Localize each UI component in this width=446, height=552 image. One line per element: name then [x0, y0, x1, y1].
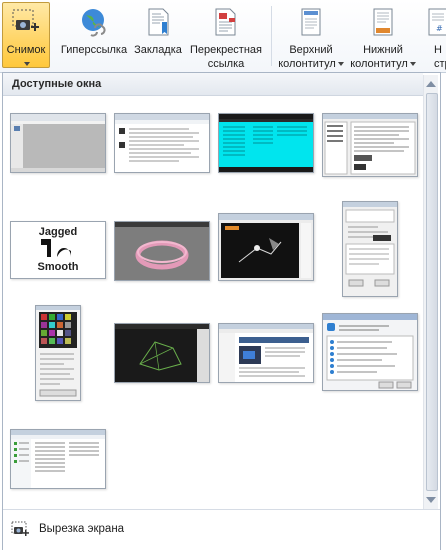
window-thumb-13[interactable]: [10, 429, 106, 489]
window-thumb-9[interactable]: [35, 305, 81, 401]
page-number-icon: #: [428, 8, 446, 36]
cross-reference-label: Перекрестная ссылка: [190, 44, 262, 70]
jagged-text: Jagged: [39, 226, 78, 238]
window-thumb-4[interactable]: [322, 113, 418, 177]
window-thumb-11-preview: [219, 324, 313, 382]
available-windows-title: Доступные окна: [12, 78, 102, 90]
chevron-down-icon: [337, 62, 344, 67]
smooth-text: Smooth: [38, 261, 79, 273]
screen-clipping-icon: [11, 521, 29, 536]
vertical-scrollbar[interactable]: [423, 75, 438, 509]
cross-reference-button[interactable]: Перекрестная ссылка: [186, 2, 266, 70]
window-thumb-10-preview: [115, 324, 209, 382]
bookmark-label: Закладка: [134, 44, 182, 56]
window-thumb-12[interactable]: [322, 313, 418, 391]
footer-label: Нижний колонтитул: [348, 43, 418, 71]
window-thumb-6[interactable]: [114, 221, 210, 281]
footer-button[interactable]: Нижний колонтитул: [348, 2, 418, 70]
bookmark-button[interactable]: Закладка: [130, 2, 186, 70]
window-thumb-1[interactable]: [10, 113, 106, 173]
screenshot-label: Снимок: [3, 43, 49, 71]
svg-text:#: #: [436, 24, 443, 33]
screenshot-dropdown: Доступные окна Jagged Smooth Вырезка экр…: [2, 72, 441, 550]
footer-icon: [373, 8, 393, 36]
scroll-up-icon[interactable]: [426, 81, 436, 87]
window-thumb-6-preview: [115, 222, 209, 280]
window-thumb-7[interactable]: [218, 213, 314, 281]
hyperlink-button[interactable]: Гиперссылка: [58, 2, 130, 70]
cross-reference-icon: [215, 8, 236, 36]
header-button[interactable]: Верхний колонтитул: [276, 2, 346, 70]
window-thumb-3[interactable]: [218, 113, 314, 173]
available-windows-header: Доступные окна: [3, 73, 423, 96]
ribbon-insert: Снимок Гиперссылка Закладка Перекрестная…: [0, 0, 446, 73]
screen-clipping-row[interactable]: Вырезка экрана: [3, 509, 440, 550]
window-thumb-4-preview: [323, 114, 417, 176]
page-number-label: Нстра: [434, 44, 446, 70]
window-thumb-5[interactable]: Jagged Smooth: [10, 221, 106, 279]
header-icon: [301, 8, 321, 36]
scroll-down-icon[interactable]: [426, 497, 436, 503]
chevron-down-icon: [409, 62, 416, 67]
window-thumb-8[interactable]: [342, 201, 398, 297]
page-number-button[interactable]: # Нстра: [420, 2, 446, 70]
screenshot-button[interactable]: Снимок: [2, 2, 50, 68]
window-thumb-8-preview: [343, 202, 397, 296]
header-label: Верхний колонтитул: [276, 43, 346, 71]
window-thumb-9-preview: [36, 306, 80, 400]
window-thumb-7-preview: [219, 214, 313, 280]
group-separator: [271, 6, 272, 66]
chevron-down-icon: [24, 62, 30, 67]
window-thumb-2-preview: [115, 114, 209, 172]
bookmark-icon: [148, 8, 169, 36]
window-thumb-1-preview: [11, 114, 105, 172]
hyperlink-label: Гиперссылка: [60, 44, 128, 56]
window-thumb-5-preview: Jagged Smooth: [11, 222, 105, 278]
window-thumb-11[interactable]: [218, 323, 314, 383]
window-thumb-13-preview: [11, 430, 105, 488]
scrollbar-thumb[interactable]: [426, 93, 438, 491]
window-thumb-10[interactable]: [114, 323, 210, 383]
window-thumb-2[interactable]: [114, 113, 210, 173]
screen-clipping-label: Вырезка экрана: [39, 523, 125, 535]
screenshot-icon: [12, 9, 39, 31]
window-thumb-3-preview: [219, 114, 313, 172]
globe-link-icon: [82, 9, 106, 37]
window-thumb-12-preview: [323, 314, 417, 390]
